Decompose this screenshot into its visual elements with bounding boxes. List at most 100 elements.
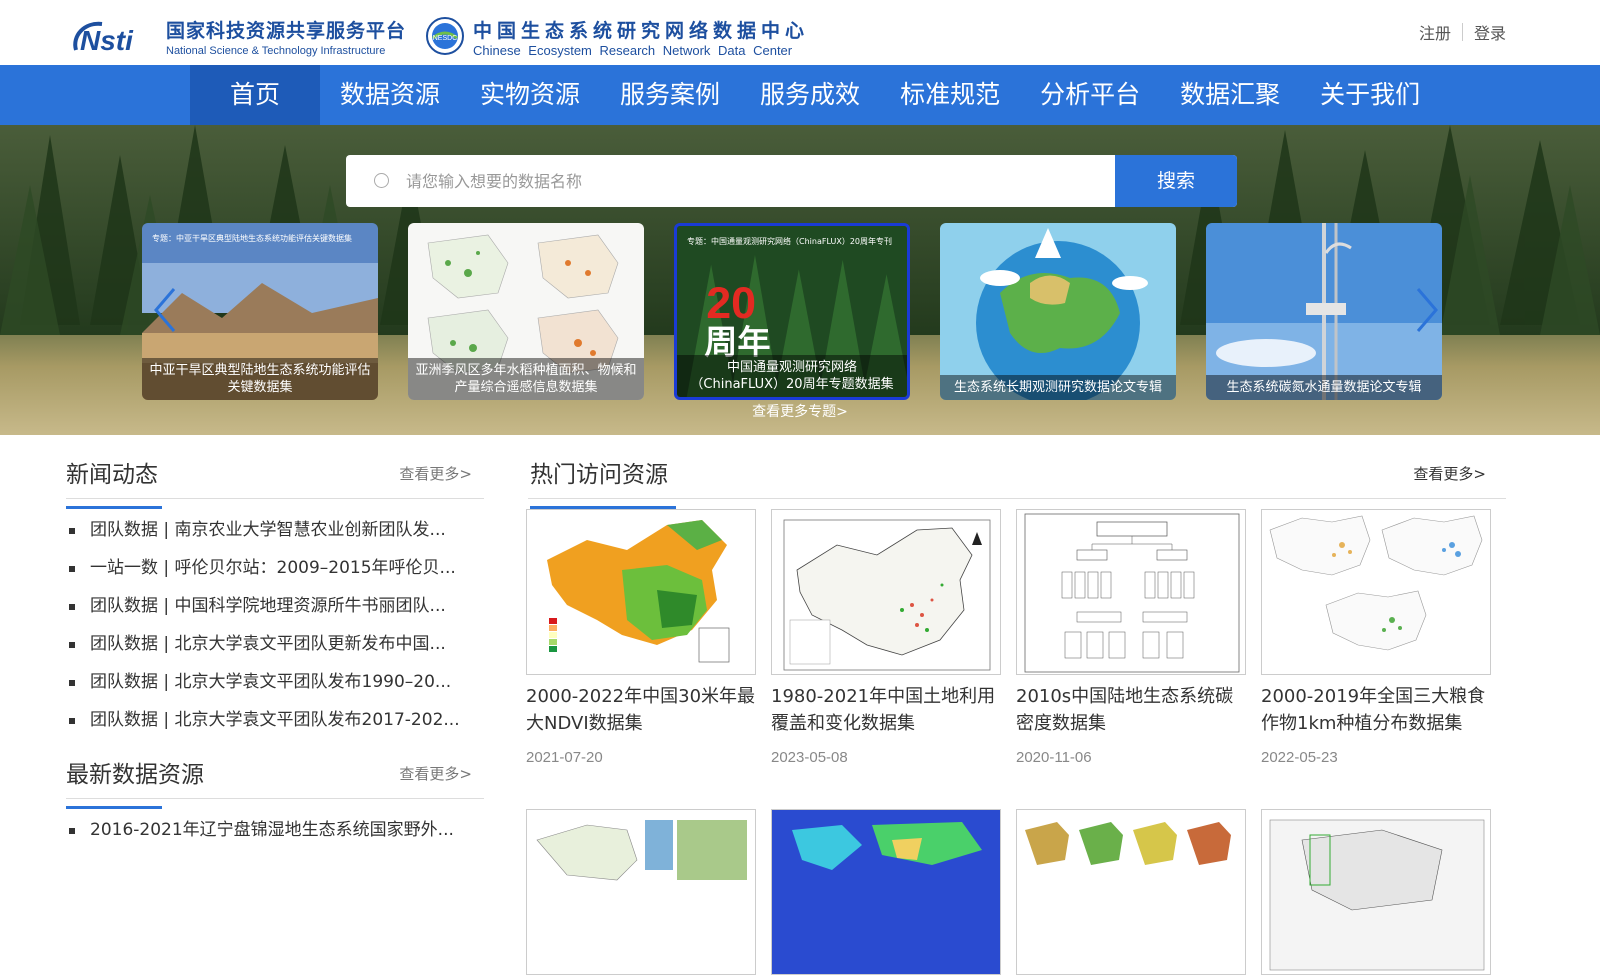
search-button[interactable]: 搜索 xyxy=(1115,155,1237,207)
news-item[interactable]: 团队数据 | 北京大学袁文平团队发布1990–20... xyxy=(66,663,484,701)
hot-more-link[interactable]: 查看更多> xyxy=(1413,463,1486,484)
resource-thumbnail xyxy=(1016,509,1246,675)
resource-date: 2021-07-20 xyxy=(526,749,603,766)
svg-text:NESDC: NESDC xyxy=(433,35,458,42)
carbon-density-diagram-image xyxy=(1017,510,1245,674)
nav-about-us[interactable]: 关于我们 xyxy=(1300,65,1440,125)
news-title: 新闻动态 xyxy=(66,455,162,509)
auth-links: 注册 登录 xyxy=(1419,20,1506,44)
hero-banner: 搜索 专题：中亚干旱区典型陆地生态系统功能评估关键数据集 中亚干旱区典型陆地生态… xyxy=(0,125,1600,435)
search-bar: 搜索 xyxy=(346,155,1237,207)
news-item[interactable]: 一站一数 | 呼伦贝尔站：2009–2015年呼伦贝... xyxy=(66,549,484,587)
nesdc-subtitle: Chinese Ecosystem Research Network Data … xyxy=(473,43,793,58)
more-topics-link[interactable]: 查看更多专题> xyxy=(0,401,1600,421)
resource-thumbnail xyxy=(526,509,756,675)
hot-title: 热门访问资源 xyxy=(530,455,676,509)
nav-service-cases[interactable]: 服务案例 xyxy=(600,65,740,125)
nesdc-logo[interactable]: NESDC 中国生态系统研究网络数据中心 Chinese Ecosystem R… xyxy=(425,14,845,60)
news-item[interactable]: 团队数据 | 北京大学袁文平团队更新发布中国... xyxy=(66,625,484,663)
nav-service-outcomes[interactable]: 服务成效 xyxy=(740,65,880,125)
resource-card[interactable] xyxy=(1016,809,1246,975)
resource-date: 2020-11-06 xyxy=(1016,749,1092,766)
grid-map-image xyxy=(1262,810,1490,974)
topic-caption: 中国通量观测研究网络（ChinaFLUX）20周年专题数据集 xyxy=(677,355,907,397)
resource-card[interactable] xyxy=(771,809,1001,975)
topic-caption: 中亚干旱区典型陆地生态系统功能评估关键数据集 xyxy=(142,358,378,400)
multi-map-image xyxy=(1017,810,1245,974)
resource-thumbnail xyxy=(771,509,1001,675)
nsti-title: 国家科技资源共享服务平台 xyxy=(166,20,407,42)
resource-date: 2022-05-23 xyxy=(1261,749,1338,766)
resource-thumbnail xyxy=(1016,809,1246,975)
topic-carousel: 专题：中亚干旱区典型陆地生态系统功能评估关键数据集 中亚干旱区典型陆地生态系统功… xyxy=(142,223,1442,401)
right-column: 热门访问资源 查看更多> 2000-2022年中国30米年最大NDVI数据集 2… xyxy=(526,435,1506,975)
header: Nsti 国家科技资源共享服务平台 National Science & Tec… xyxy=(0,0,1600,64)
news-item[interactable]: 团队数据 | 北京大学袁文平团队发布2017-202... xyxy=(66,701,484,739)
resource-title: 2000-2019年全国三大粮食作物1km种植分布数据集 xyxy=(1261,686,1486,734)
news-item[interactable]: 团队数据 | 南京农业大学智慧农业创新团队发... xyxy=(66,511,484,549)
ndvi-map-image xyxy=(527,510,755,674)
topic-image-globe xyxy=(940,223,1176,400)
latest-more-link[interactable]: 查看更多> xyxy=(399,763,472,784)
landuse-map-image xyxy=(772,510,1000,674)
topic-caption: 生态系统长期观测研究数据论文专辑 xyxy=(940,375,1176,400)
topic-image-flux-tower xyxy=(1206,223,1442,400)
topic-caption: 生态系统碳氮水通量数据论文专辑 xyxy=(1206,375,1442,400)
nesdc-title: 中国生态系统研究网络数据中心 xyxy=(473,20,810,42)
nav-data-aggregation[interactable]: 数据汇聚 xyxy=(1160,65,1300,125)
auth-divider xyxy=(1461,23,1463,41)
latest-item[interactable]: 2016-2021年辽宁盘锦湿地生态系统国家野外... xyxy=(66,811,484,849)
search-icon xyxy=(374,173,389,188)
main-nav: 首页 数据资源 实物资源 服务案例 服务成效 标准规范 分析平台 数据汇聚 关于… xyxy=(0,65,1600,125)
nav-physical-resources[interactable]: 实物资源 xyxy=(460,65,600,125)
nav-home[interactable]: 首页 xyxy=(190,65,320,125)
topic-caption: 亚洲季风区多年水稻种植面积、物候和产量综合遥感信息数据集 xyxy=(408,358,644,400)
resource-thumbnail xyxy=(1261,509,1491,675)
resource-date: 2023-05-08 xyxy=(771,749,848,766)
topic-overlay-text: 专题：中国通量观测研究网络（ChinaFLUX）20周年专刊（上） xyxy=(687,237,897,246)
topic-card[interactable]: 亚洲季风区多年水稻种植面积、物候和产量综合遥感信息数据集 xyxy=(408,223,644,400)
nav-analysis-platform[interactable]: 分析平台 xyxy=(1020,65,1160,125)
topic-card[interactable]: 生态系统长期观测研究数据论文专辑 xyxy=(940,223,1176,400)
latest-title: 最新数据资源 xyxy=(66,755,204,809)
global-map-image xyxy=(772,810,1000,974)
resource-card[interactable]: 2000-2022年中国30米年最大NDVI数据集 2021-07-20 xyxy=(526,509,756,766)
svg-text:Nsti: Nsti xyxy=(80,25,134,56)
nesdc-seal-icon: NESDC xyxy=(426,17,464,55)
nsti-logo[interactable]: Nsti 国家科技资源共享服务平台 National Science & Tec… xyxy=(70,14,415,60)
resource-card[interactable]: 1980-2021年中国土地利用覆盖和变化数据集 2023-05-08 xyxy=(771,509,1001,766)
resource-title: 2010s中国陆地生态系统碳密度数据集 xyxy=(1016,686,1234,734)
resource-card[interactable] xyxy=(526,809,756,975)
news-list: 团队数据 | 南京农业大学智慧农业创新团队发... 一站一数 | 呼伦贝尔站：2… xyxy=(66,499,484,739)
latest-section: 最新数据资源 查看更多> 2016-2021年辽宁盘锦湿地生态系统国家野外... xyxy=(66,741,484,849)
left-column: 新闻动态 查看更多> 团队数据 | 南京农业大学智慧农业创新团队发... 一站一… xyxy=(66,435,484,868)
resource-card[interactable] xyxy=(1261,809,1491,975)
resource-card[interactable]: 2000-2019年全国三大粮食作物1km种植分布数据集 2022-05-23 xyxy=(1261,509,1491,766)
topic-card[interactable]: 生态系统碳氮水通量数据论文专辑 xyxy=(1206,223,1442,400)
news-header: 新闻动态 查看更多> xyxy=(66,435,484,509)
topic-overlay-text: 专题：中亚干旱区典型陆地生态系统功能评估关键数据集 xyxy=(152,234,352,243)
search-input[interactable] xyxy=(406,155,1106,207)
news-item[interactable]: 团队数据 | 中国科学院地理资源所牛书丽团队... xyxy=(66,587,484,625)
nav-data-resources[interactable]: 数据资源 xyxy=(320,65,460,125)
hot-header: 热门访问资源 查看更多> xyxy=(528,435,1506,509)
resource-thumbnail xyxy=(526,809,756,975)
crop-maps-image xyxy=(1262,510,1490,674)
carousel-prev-icon[interactable] xyxy=(150,285,180,335)
latest-header: 最新数据资源 查看更多> xyxy=(66,741,484,809)
nsti-subtitle: National Science & Technology Infrastruc… xyxy=(166,45,386,57)
resource-card[interactable]: 2010s中国陆地生态系统碳密度数据集 2020-11-06 xyxy=(1016,509,1246,766)
news-more-link[interactable]: 查看更多> xyxy=(399,463,472,484)
login-link[interactable]: 登录 xyxy=(1474,20,1506,44)
resource-title: 2000-2022年中国30米年最大NDVI数据集 xyxy=(526,686,756,734)
nsti-logo-icon: Nsti xyxy=(73,21,134,56)
carousel-next-icon[interactable] xyxy=(1412,285,1442,335)
nav-standards[interactable]: 标准规范 xyxy=(880,65,1020,125)
svg-text:20: 20 xyxy=(706,279,756,328)
resource-thumbnail xyxy=(771,809,1001,975)
resource-thumbnail xyxy=(1261,809,1491,975)
resource-title: 1980-2021年中国土地利用覆盖和变化数据集 xyxy=(771,686,996,734)
topic-card[interactable]: 20 周年 专题：中国通量观测研究网络（ChinaFLUX）20周年专刊（上） … xyxy=(674,223,910,400)
vegetation-map-image xyxy=(527,810,755,974)
register-link[interactable]: 注册 xyxy=(1419,20,1451,44)
